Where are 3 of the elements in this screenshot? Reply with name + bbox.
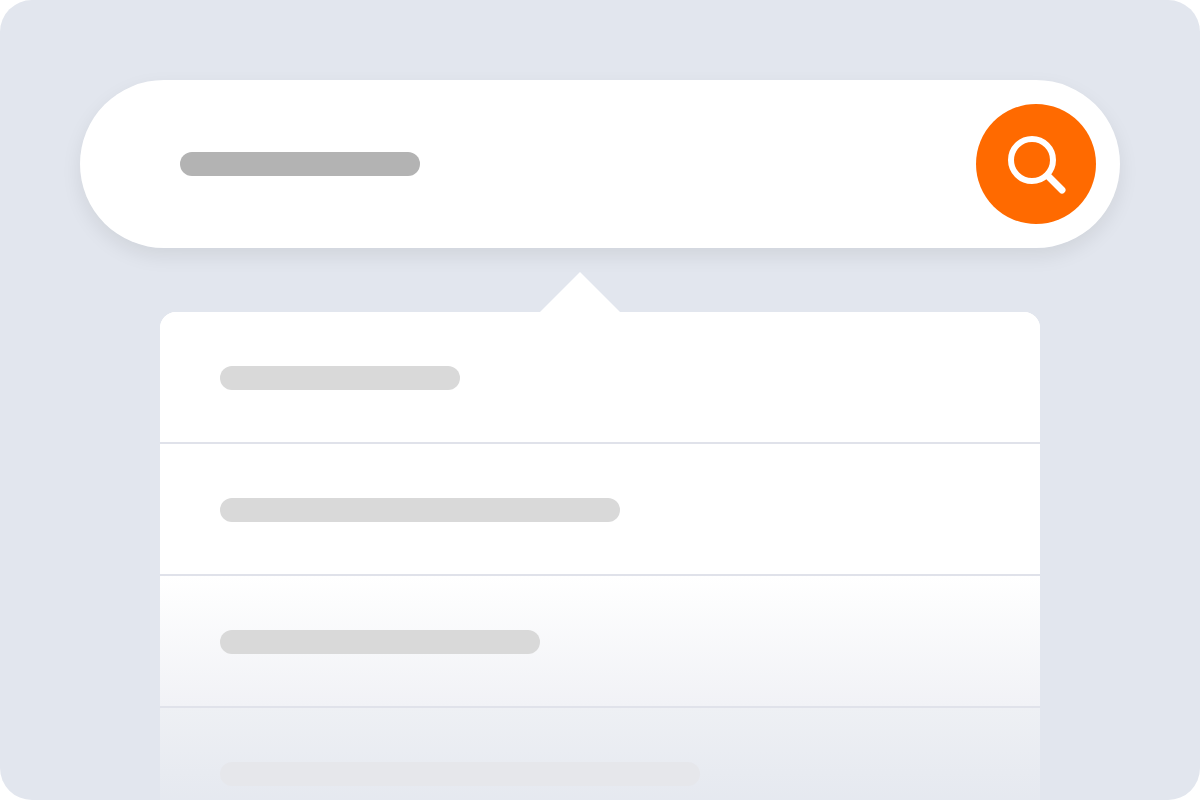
dropdown-pointer [540, 272, 620, 312]
search-icon [1002, 130, 1070, 198]
search-button[interactable] [976, 104, 1096, 224]
